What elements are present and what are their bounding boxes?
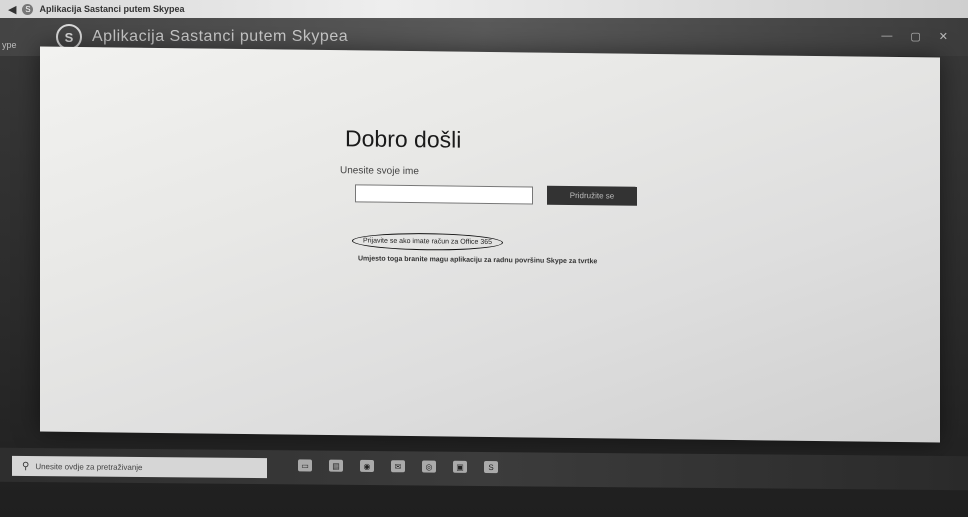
taskbar-search[interactable]: ⚲ Unesite ovdje za pretraživanje [12, 455, 267, 479]
window-controls: — ▢ ✕ [881, 30, 948, 43]
signin-office365-link[interactable]: Prijavite se ako imate račun za Office 3… [352, 232, 504, 252]
close-icon[interactable]: ✕ [939, 30, 948, 43]
task-view-icon[interactable]: ▭ [298, 459, 312, 472]
search-placeholder: Unesite ovdje za pretraživanje [35, 461, 143, 472]
maximize-icon[interactable]: ▢ [910, 30, 920, 43]
search-icon: ⚲ [22, 460, 30, 472]
app-icon[interactable]: ▣ [453, 460, 467, 473]
join-button[interactable]: Pridružite se [547, 185, 637, 206]
app-title: Aplikacija Sastanci putem Skypea [92, 28, 349, 45]
skype-taskbar-icon[interactable]: S [484, 461, 498, 474]
download-desktop-app-link[interactable]: Umjesto toga branite magu aplikaciju za … [358, 255, 597, 265]
page-title: Dobro došli [345, 125, 462, 153]
side-label: ype [2, 40, 17, 50]
name-input[interactable] [355, 184, 533, 205]
skype-tab-icon: S [22, 3, 34, 15]
mail-icon[interactable]: ✉ [391, 460, 405, 473]
minimize-icon[interactable]: — [881, 30, 892, 43]
back-arrow-icon[interactable]: ◀ [8, 3, 16, 16]
chrome-icon[interactable]: ◎ [422, 460, 436, 473]
tab-title[interactable]: Aplikacija Sastanci putem Skypea [39, 4, 184, 14]
taskbar-icons: ▭ ▤ ◉ ✉ ◎ ▣ S [298, 459, 498, 474]
browser-tab-strip: ◀ S Aplikacija Sastanci putem Skypea [0, 0, 968, 18]
file-explorer-icon[interactable]: ▤ [329, 459, 343, 472]
welcome-screen: Dobro došli Unesite svoje ime Pridružite… [40, 46, 940, 443]
name-label: Unesite svoje ime [340, 165, 419, 178]
browser-icon[interactable]: ◉ [360, 459, 374, 473]
